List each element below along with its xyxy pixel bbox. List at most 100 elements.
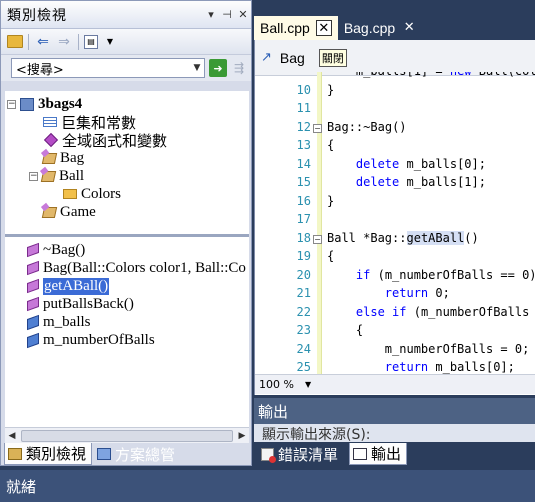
code-line[interactable]: if (m_numberOfBalls == 0) (327, 268, 535, 282)
field-icon (27, 332, 39, 348)
toolbar-separator (28, 33, 29, 50)
code-area[interactable]: m_balls[1] = new Ball(colo10}1112−Bag::~… (255, 72, 535, 374)
close-icon[interactable]: ✕ (401, 20, 417, 36)
line-number: 10 (296, 82, 311, 97)
fold-toggle-icon[interactable]: − (313, 234, 322, 244)
list-item[interactable]: Bag(Ball::Colors color1, Ball::Co (27, 259, 246, 277)
tree-item-label: 3bags4 (38, 95, 83, 112)
tree-item-macros[interactable]: 巨集和常數 (43, 113, 136, 132)
line-number: 20 (296, 267, 311, 282)
code-line[interactable]: Ball *Bag::getABall() (327, 230, 479, 245)
code-line[interactable]: delete m_balls[1]; (327, 175, 486, 189)
code-line[interactable]: { (327, 249, 334, 263)
tree-item-globals[interactable]: 全域函式和變數 (43, 131, 167, 150)
tab-label: Ball.cpp (260, 20, 310, 36)
list-item[interactable]: getABall() (27, 277, 110, 295)
clear-search-icon[interactable]: ⇶ (231, 61, 247, 75)
tree-item-project[interactable]: − 3bags4 (7, 95, 82, 113)
pin-icon[interactable]: ⊣ (219, 8, 235, 21)
close-tooltip: 關閉 (318, 48, 347, 67)
tab-bag-cpp[interactable]: Bag.cpp ✕ (338, 16, 423, 40)
go-search-icon[interactable]: ➜ (209, 59, 227, 77)
scroll-left-icon[interactable]: ◀ (5, 431, 19, 441)
code-line[interactable]: delete m_balls[0]; (327, 157, 486, 171)
zoom-level[interactable]: 100 % (259, 378, 305, 391)
new-folder-icon[interactable] (7, 35, 23, 48)
tab-solution-explorer[interactable]: 方案總管 (94, 443, 180, 465)
list-item[interactable]: ~Bag() (27, 241, 85, 259)
code-line[interactable]: } (327, 194, 334, 208)
tab-label: 類別檢視 (26, 445, 87, 463)
code-editor[interactable]: ↗ Bag 關閉 m_balls[1] = new Ball(colo 10} 11… (254, 40, 535, 395)
class-view-icon (8, 447, 22, 460)
tree-item-game[interactable]: Game (41, 203, 96, 221)
tab-class-view[interactable]: 類別檢視 (4, 443, 93, 465)
output-source-label: 顯示輸出來源(S): (262, 427, 371, 442)
class-icon (41, 206, 58, 218)
type-dropdown[interactable]: Bag (280, 50, 305, 66)
class-icon (40, 170, 57, 182)
forward-arrow-icon[interactable]: ⇒ (55, 33, 73, 51)
search-combobox[interactable]: <搜尋> ▼ (11, 58, 205, 78)
member-label: putBallsBack() (43, 295, 134, 312)
line-number: 18 (296, 230, 311, 245)
code-line[interactable]: { (327, 323, 363, 337)
horizontal-scrollbar[interactable]: ◀ ▶ (5, 427, 249, 443)
method-icon (27, 278, 39, 294)
scroll-thumb[interactable] (21, 429, 233, 442)
close-icon[interactable]: ✕ (235, 8, 251, 21)
collapse-icon[interactable]: − (29, 171, 38, 181)
line-number: 19 (296, 249, 311, 263)
code-line[interactable]: m_numberOfBalls = 0; (327, 342, 530, 356)
tree-item-label: Game (60, 203, 96, 220)
tree-item-ball[interactable]: − Ball (29, 167, 84, 185)
class-tree: − 3bags4 巨集和常數 全域函式和變數 Bag − Ball Colors… (5, 91, 249, 235)
line-number: 25 (296, 360, 311, 374)
change-gutter (317, 72, 322, 374)
code-line[interactable]: return 0; (327, 286, 450, 300)
line-number: 23 (296, 323, 311, 337)
chevron-down-icon[interactable]: ▼ (101, 33, 119, 51)
class-view-toolbar: ⇐ ⇒ ▤ ▼ (1, 29, 251, 55)
window-position-icon[interactable]: ▾ (203, 8, 219, 21)
class-icon (41, 152, 58, 164)
collapse-icon[interactable]: − (7, 99, 16, 109)
search-value: <搜尋> (16, 62, 64, 78)
settings-grid-icon[interactable]: ▤ (84, 34, 98, 49)
code-line[interactable]: return m_balls[0]; (327, 360, 515, 374)
fold-toggle-icon[interactable]: − (313, 123, 322, 133)
list-item[interactable]: putBallsBack() (27, 295, 134, 313)
enum-icon (63, 189, 77, 199)
line-number: 15 (296, 175, 311, 189)
output-panel: 輸出 顯示輸出來源(S): (254, 398, 535, 442)
line-number: 12 (296, 119, 311, 134)
toolbar-separator (78, 33, 79, 50)
tree-item-label: Ball (59, 167, 84, 184)
list-item[interactable]: m_balls (27, 313, 91, 331)
back-arrow-icon[interactable]: ⇐ (34, 33, 52, 51)
tree-item-colors[interactable]: Colors (63, 185, 121, 203)
chevron-down-icon[interactable]: ▼ (190, 63, 204, 73)
tree-item-bag[interactable]: Bag (41, 149, 84, 167)
scroll-right-icon[interactable]: ▶ (235, 431, 249, 441)
search-row: <搜尋> ▼ ➜ ⇶ (1, 55, 251, 81)
code-line[interactable]: m_balls[1] = new Ball(colo (327, 72, 535, 78)
member-label: m_balls (43, 313, 91, 330)
tab-output[interactable]: 輸出 (349, 443, 408, 465)
close-icon[interactable]: ✕ (315, 20, 332, 36)
method-icon (27, 296, 39, 312)
class-view-title: 類別檢視 (7, 7, 67, 24)
tab-ball-cpp[interactable]: Ball.cpp ✕ (254, 16, 338, 40)
chevron-down-icon[interactable]: ▼ (305, 380, 311, 389)
list-item[interactable]: m_numberOfBalls (27, 331, 155, 349)
code-line[interactable]: { (327, 138, 334, 152)
line-number: 17 (296, 212, 311, 226)
tab-error-list[interactable]: 錯誤清單 (258, 443, 343, 465)
line-number: 21 (296, 286, 311, 300)
code-line[interactable]: else if (m_numberOfBalls (327, 305, 529, 319)
code-line[interactable]: } (327, 83, 334, 97)
class-view-titlebar: 類別檢視 ▾ ⊣ ✕ (1, 1, 251, 29)
code-line[interactable]: Bag::~Bag() (327, 120, 407, 134)
tree-item-label: Colors (81, 185, 122, 202)
line-number: 16 (296, 193, 311, 208)
